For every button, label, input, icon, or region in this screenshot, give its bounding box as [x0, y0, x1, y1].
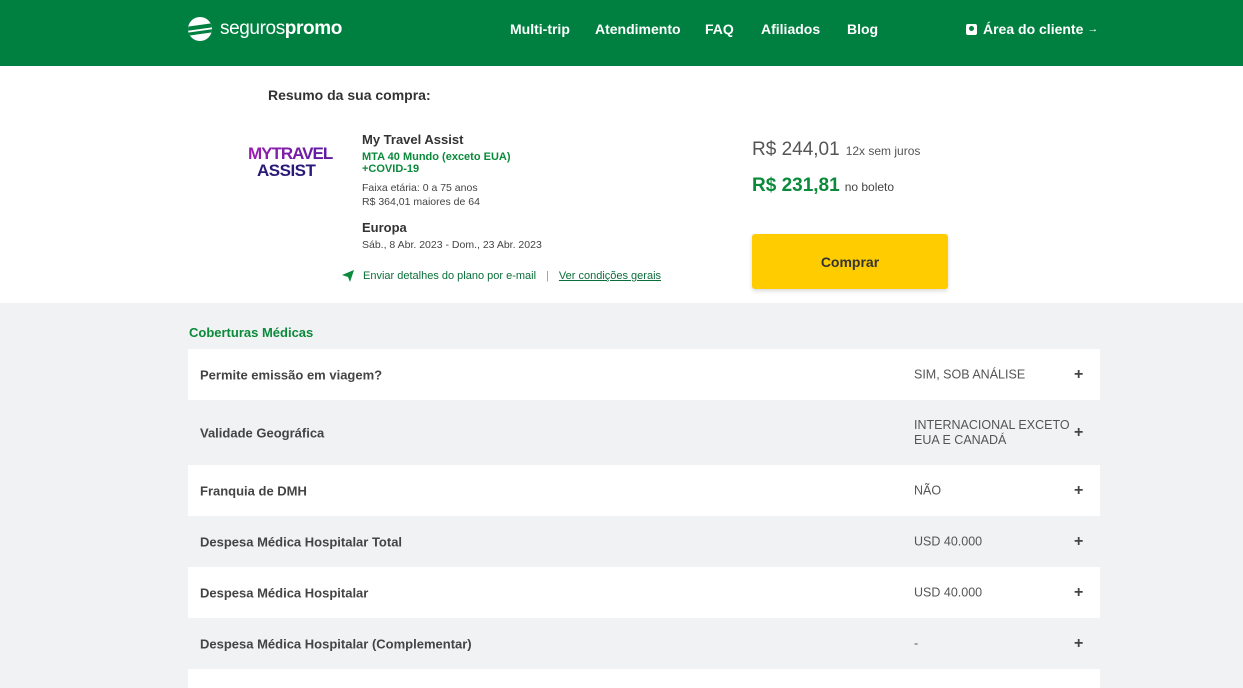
coverage-value: NÃO — [914, 483, 942, 497]
expand-icon[interactable]: + — [1074, 584, 1083, 602]
boleto-price-value: R$ 231,81 — [752, 175, 840, 196]
nav-multi-trip[interactable]: Multi-trip — [510, 21, 570, 37]
expand-icon[interactable]: + — [1074, 533, 1083, 551]
terms-link[interactable]: Ver condições gerais — [559, 270, 661, 282]
coverage-label: Despesa Médica Hospitalar — [200, 585, 369, 600]
user-icon — [966, 23, 977, 35]
client-area-link[interactable]: Área do cliente → — [966, 21, 1098, 37]
expand-icon[interactable]: + — [1074, 366, 1083, 384]
coverage-row[interactable]: Franquia de DMH NÃO + — [188, 465, 1100, 516]
plan-links: Enviar detalhes do plano por e-mail | Ve… — [342, 270, 661, 282]
nav-blog[interactable]: Blog — [847, 21, 878, 37]
coverage-value: USD 40.000 — [914, 534, 983, 548]
coverage-label: Permite emissão em viagem? — [200, 367, 383, 382]
age-over-price: R$ 364,01 maiores de 64 — [362, 196, 480, 208]
coverage-label: Despesa Médica Hospitalar (Complementar) — [200, 636, 472, 651]
coverage-row-partial — [188, 669, 1100, 688]
site-logo[interactable]: segurospromo — [188, 17, 342, 41]
expand-icon[interactable]: + — [1074, 424, 1083, 442]
installment-price-value: R$ 244,01 — [752, 139, 840, 160]
nav-faq[interactable]: FAQ — [705, 21, 734, 37]
coverage-title: Coberturas Médicas — [189, 325, 314, 340]
arrow-right-icon: → — [1087, 23, 1099, 35]
boleto-note: no boleto — [844, 180, 895, 194]
my-travel-assist-logo: MYTRAVEL ASSIST — [248, 144, 334, 178]
plan-name: My Travel Assist — [362, 132, 464, 147]
coverage-row[interactable]: Despesa Médica Hospitalar (Complementar)… — [188, 618, 1100, 669]
plan-subtitle: MTA 40 Mundo (exceto EUA) +COVID-19 — [362, 151, 542, 175]
coverage-table: Permite emissão em viagem? SIM, SOB ANÁL… — [188, 349, 1100, 688]
installment-note: 12x sem juros — [845, 144, 921, 158]
installment-price: R$ 244,01 12x sem juros — [752, 139, 920, 161]
age-range: Faixa etária: 0 a 75 anos — [362, 182, 478, 194]
nav-afiliados[interactable]: Afiliados — [761, 21, 820, 37]
coverage-value: USD 40.000 — [914, 585, 983, 599]
boleto-price: R$ 231,81 no boleto — [752, 175, 894, 197]
link-separator: | — [546, 270, 549, 282]
summary-title: Resumo da sua compra: — [268, 87, 431, 103]
client-area-label: Área do cliente — [983, 21, 1084, 37]
coverage-row[interactable]: Despesa Médica Hospitalar USD 40.000 + — [188, 567, 1100, 618]
plan-subtitle-line1: MTA 40 Mundo (exceto EUA) — [362, 151, 511, 163]
coverage-value: - — [914, 636, 919, 650]
coverage-value: SIM, SOB ANÁLISE — [914, 367, 1026, 381]
email-details-link[interactable]: Enviar detalhes do plano por e-mail — [363, 270, 536, 282]
coverage-label: Validade Geográfica — [200, 425, 325, 440]
coverage-value: INTERNACIONAL EXCETO EUA E CANADÁ — [914, 417, 1070, 447]
top-header: segurospromo Multi-trip Atendimento FAQ … — [0, 0, 1243, 66]
coverage-row[interactable]: Despesa Médica Hospitalar Total USD 40.0… — [188, 516, 1100, 567]
coverage-label: Franquia de DMH — [200, 483, 307, 498]
coverage-label: Despesa Médica Hospitalar Total — [200, 534, 403, 549]
expand-icon[interactable]: + — [1074, 635, 1083, 653]
send-icon — [342, 270, 354, 282]
coverage-row[interactable]: Permite emissão em viagem? SIM, SOB ANÁL… — [188, 349, 1100, 400]
travel-dates: Sáb., 8 Abr. 2023 - Dom., 23 Abr. 2023 — [362, 239, 542, 251]
expand-icon[interactable]: + — [1074, 482, 1083, 500]
destination: Europa — [362, 220, 407, 235]
nav-atendimento[interactable]: Atendimento — [595, 21, 681, 37]
logo-mark-icon — [188, 17, 212, 41]
purchase-summary: Resumo da sua compra: MYTRAVEL ASSIST My… — [0, 66, 1243, 303]
buy-button[interactable]: Comprar — [752, 234, 948, 289]
logo-line2: ASSIST — [257, 161, 317, 178]
logo-text: segurospromo — [220, 18, 342, 39]
plan-subtitle-line2: +COVID-19 — [362, 163, 420, 175]
coverage-row[interactable]: Validade Geográfica INTERNACIONAL EXCETO… — [188, 400, 1100, 465]
